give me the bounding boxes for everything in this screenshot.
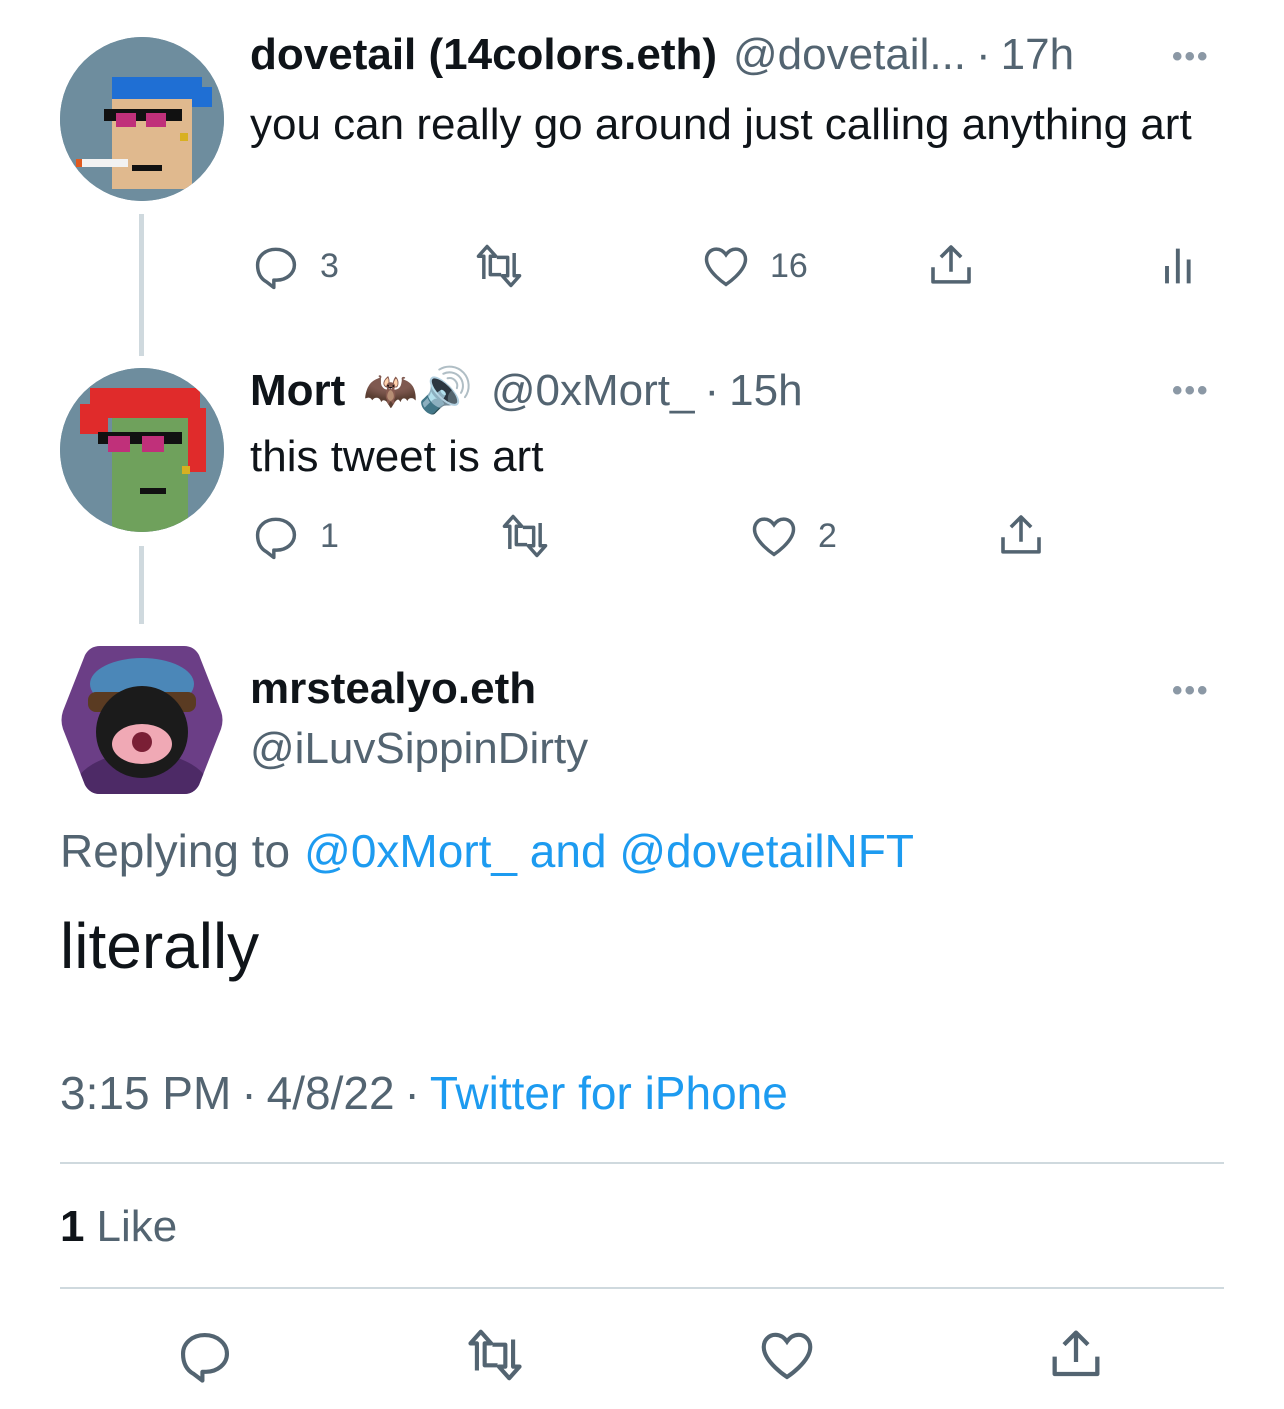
reply-icon xyxy=(255,247,297,290)
reply-button[interactable] xyxy=(174,1324,236,1386)
tweet-source[interactable]: Twitter for iPhone xyxy=(430,1066,788,1120)
user-handle[interactable]: @dovetail... xyxy=(733,30,966,80)
avatar-mrstealyo[interactable] xyxy=(60,644,224,796)
reply-icon xyxy=(180,1333,230,1383)
reply-button[interactable]: 3 xyxy=(250,240,339,292)
like-count: 16 xyxy=(770,246,808,285)
share-button[interactable] xyxy=(1044,1322,1108,1386)
like-button[interactable] xyxy=(756,1324,818,1386)
main-tweet-text: literally xyxy=(60,910,260,982)
avatar-mort[interactable] xyxy=(60,368,224,532)
punk-avatar-icon xyxy=(60,368,224,532)
share-button[interactable] xyxy=(924,238,978,292)
replying-to-label: Replying to xyxy=(60,825,291,877)
likes-count: 1 xyxy=(60,1202,85,1251)
share-icon xyxy=(1052,1330,1100,1377)
share-icon xyxy=(931,245,971,284)
more-icon[interactable]: ••• xyxy=(1172,40,1210,74)
like-icon xyxy=(761,1332,813,1380)
display-name[interactable]: dovetail (14colors.eth) xyxy=(250,30,717,80)
share-button[interactable] xyxy=(994,508,1048,562)
tweet-time[interactable]: 3:15 PM xyxy=(60,1066,231,1120)
reply-icon xyxy=(255,517,297,560)
replying-to-link[interactable]: @0xMort_ and @dovetailNFT xyxy=(304,824,914,878)
retweet-icon xyxy=(468,1329,522,1381)
replying-to: Replying to @0xMort_ and @dovetailNFT xyxy=(60,824,914,878)
name-emojis: 🦇🔊 xyxy=(363,366,473,415)
more-icon[interactable]: ••• xyxy=(1172,674,1210,708)
separator-dot: · xyxy=(404,1067,420,1119)
separator-dot: · xyxy=(241,1067,257,1119)
separator-dot: · xyxy=(704,366,720,415)
main-handle-row: @iLuvSippinDirty xyxy=(250,724,588,774)
tweet-meta: 3:15 PM · 4/8/22 · Twitter for iPhone xyxy=(60,1066,788,1120)
share-icon xyxy=(1001,515,1041,554)
tweet-date[interactable]: 4/8/22 xyxy=(267,1066,395,1120)
reply-button[interactable]: 1 xyxy=(250,510,339,562)
retweet-icon xyxy=(502,514,548,558)
like-count: 2 xyxy=(818,516,837,555)
analytics-icon xyxy=(1165,248,1191,284)
like-button[interactable]: 2 xyxy=(748,510,837,562)
thread-line xyxy=(139,546,144,624)
divider xyxy=(60,1287,1224,1289)
user-handle[interactable]: @iLuvSippinDirty xyxy=(250,724,588,774)
separator-dot: · xyxy=(976,30,991,79)
tweet-time[interactable]: 15h xyxy=(729,366,802,416)
reply-count: 3 xyxy=(320,246,339,285)
retweet-icon xyxy=(476,244,522,288)
retweet-button[interactable] xyxy=(460,1324,530,1386)
like-button[interactable]: 16 xyxy=(700,240,808,292)
main-name-row: mrstealyo.eth xyxy=(250,664,536,714)
divider xyxy=(60,1162,1224,1164)
likes-summary[interactable]: 1 Like xyxy=(60,1202,177,1252)
retweet-button[interactable] xyxy=(470,240,546,292)
tweet-header: dovetail (14colors.eth) @dovetail... · 1… xyxy=(250,30,1074,80)
analytics-button[interactable] xyxy=(1160,240,1200,292)
retweet-button[interactable] xyxy=(496,510,572,562)
thread-line xyxy=(139,214,144,356)
hexagon-avatar-icon xyxy=(61,646,223,794)
more-icon[interactable]: ••• xyxy=(1172,374,1210,408)
punk-avatar-icon xyxy=(60,37,224,201)
tweet-time[interactable]: 17h xyxy=(1001,30,1074,80)
reply-count: 1 xyxy=(320,516,339,555)
tweet-text: you can really go around just calling an… xyxy=(250,100,1192,149)
like-icon xyxy=(704,247,748,287)
tweet-header: Mort 🦇🔊 @0xMort_ · 15h xyxy=(250,364,803,416)
user-handle[interactable]: @0xMort_ xyxy=(491,366,695,416)
display-name[interactable]: Mort xyxy=(250,366,345,416)
likes-label: Like xyxy=(96,1202,178,1251)
avatar-dovetail[interactable] xyxy=(60,37,224,201)
display-name[interactable]: mrstealyo.eth xyxy=(250,664,536,714)
tweet-text: this tweet is art xyxy=(250,432,544,481)
like-icon xyxy=(752,517,796,557)
